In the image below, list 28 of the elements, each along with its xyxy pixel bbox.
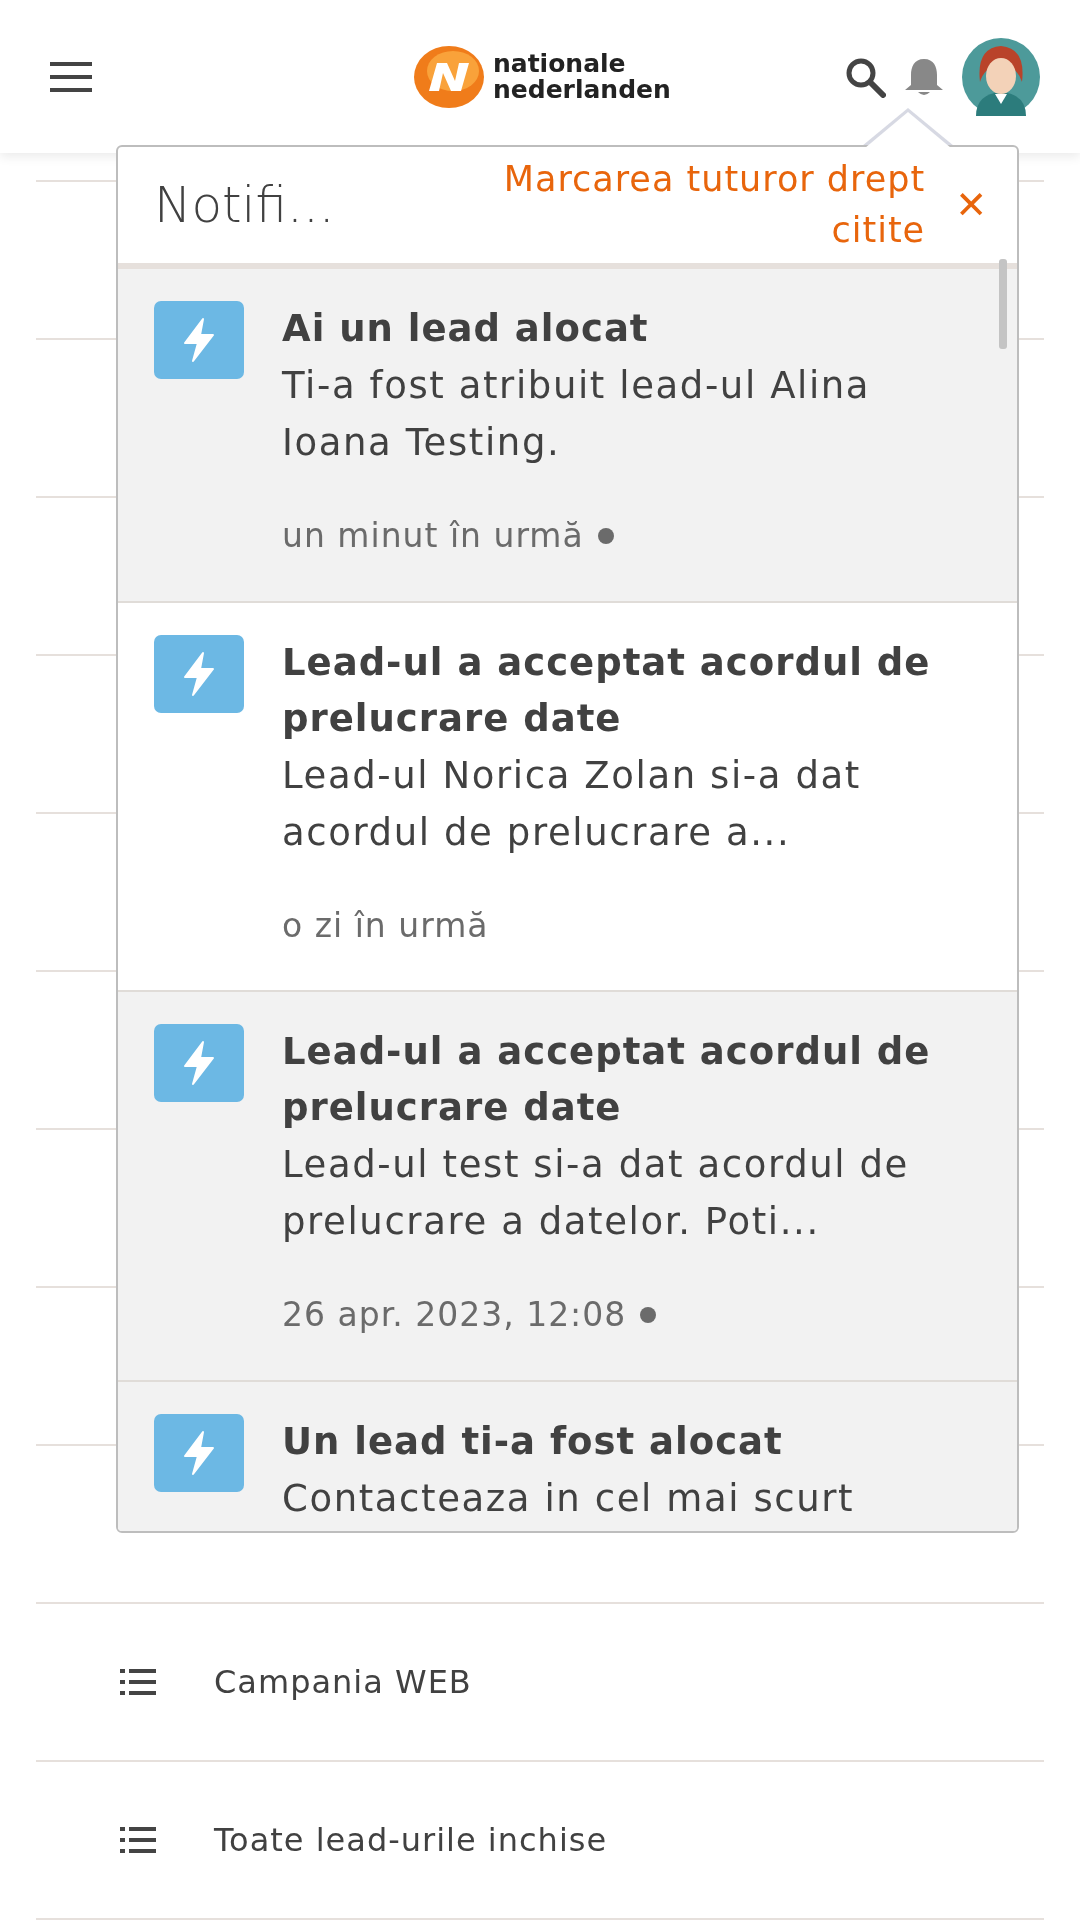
lightning-icon (154, 1413, 244, 1492)
logo-text: nederlanden (493, 76, 671, 103)
notification-item[interactable]: Ai un lead alocat Ti-a fost atribuit lead-ul Alina Ioana Testing. un minut în urmă (118, 269, 1017, 603)
notification-text: Contacteaza in cel mai scurt (282, 1475, 855, 1522)
list-item-label[interactable]: Toate lead-urile inchise (214, 1816, 608, 1864)
lightning-icon (154, 301, 244, 379)
menu-icon[interactable] (50, 61, 92, 92)
notification-item[interactable]: Lead-ul a acceptat acordul de prelucrare date Lead-ul test si-a dat acordul de prelucrare a datelor. Poti... 26 apr. 2023, 12:08 (118, 992, 1017, 1382)
notification-title: Lead-ul a acceptat acordul de prelucrare date (282, 639, 932, 742)
notification-title: Ai un lead alocat (282, 306, 650, 352)
list-item-label[interactable]: Campania WEB (214, 1658, 472, 1706)
logo-text: nationale (493, 50, 627, 77)
notification-time: un minut în urmă (282, 515, 584, 557)
avatar[interactable] (962, 37, 1040, 116)
notification-title: Un lead ti-a fost alocat (282, 1418, 784, 1465)
notification-text: Ti-a fost atribuit lead-ul Alina Ioana Testing. (282, 363, 872, 466)
panel-title: Notifi... (154, 174, 335, 236)
lightning-icon (154, 1024, 244, 1102)
list-icon (120, 1827, 156, 1853)
notification-text: Lead-ul test si-a dat acordul de prelucrare a datelor. Poti... (282, 1142, 910, 1245)
notification-text: Lead-ul Norica Zolan si-a dat acordul de prelucrare a... (282, 752, 862, 856)
notification-title: Lead-ul a acceptat acordul de prelucrare date (282, 1029, 932, 1131)
logo-icon (413, 44, 485, 109)
notification-item[interactable]: Un lead ti-a fost alocat Contacteaza in cel mai scurt (118, 1381, 1017, 1531)
list-icon (120, 1669, 156, 1695)
notification-time: o zi în urmă (282, 904, 489, 947)
notification-time: 26 apr. 2023, 12:08 (282, 1294, 627, 1336)
lightning-icon (154, 634, 244, 713)
